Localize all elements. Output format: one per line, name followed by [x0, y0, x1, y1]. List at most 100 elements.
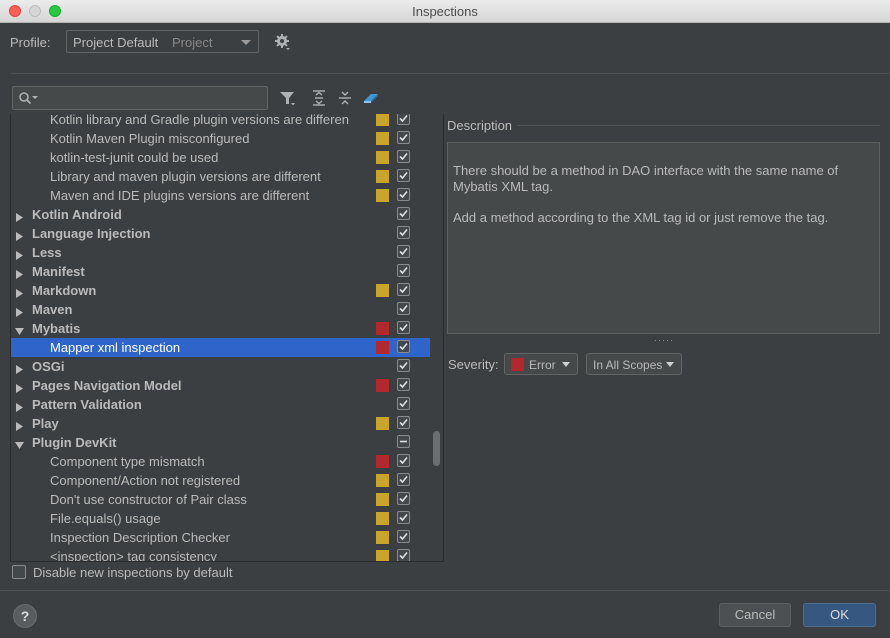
collapsed-arrow-icon[interactable] [15, 229, 24, 244]
tree-group-row[interactable]: Pattern Validation [10, 395, 430, 414]
expanded-arrow-icon[interactable] [15, 438, 24, 453]
enable-checkbox[interactable] [397, 492, 410, 505]
collapsed-arrow-icon[interactable] [15, 210, 24, 225]
tree-group-row[interactable]: Pages Navigation Model [10, 376, 430, 395]
search-icon [18, 91, 40, 108]
profile-label: Profile: [10, 35, 51, 50]
enable-checkbox[interactable] [397, 511, 410, 524]
collapsed-arrow-icon[interactable] [15, 286, 24, 301]
tree-row-label: Pattern Validation [32, 397, 142, 412]
help-button[interactable]: ? [13, 604, 37, 628]
enable-checkbox[interactable] [397, 549, 410, 562]
tree-group-row[interactable]: Manifest [10, 262, 430, 281]
collapsed-arrow-icon[interactable] [15, 362, 24, 377]
enable-checkbox[interactable] [397, 359, 410, 372]
enable-checkbox[interactable] [397, 340, 410, 353]
enable-checkbox[interactable] [397, 397, 410, 410]
collapsed-arrow-icon[interactable] [15, 381, 24, 396]
collapsed-arrow-icon[interactable] [15, 305, 24, 320]
profile-dropdown[interactable]: Project Default Project [66, 30, 259, 53]
severity-dropdown[interactable]: Error [504, 353, 578, 375]
enable-checkbox[interactable] [397, 150, 410, 163]
collapse-all-icon[interactable] [336, 89, 354, 107]
expand-all-icon[interactable] [310, 89, 328, 107]
enable-checkbox[interactable] [397, 416, 410, 429]
scope-dropdown[interactable]: In All Scopes [586, 353, 682, 375]
collapsed-arrow-icon[interactable] [15, 419, 24, 434]
chevron-down-icon [241, 40, 251, 45]
header-separator [10, 73, 890, 74]
warning-severity-swatch [376, 531, 389, 544]
disable-new-inspections-checkbox[interactable] [12, 565, 26, 579]
cancel-button[interactable]: Cancel [719, 603, 791, 627]
enable-checkbox[interactable] [397, 207, 410, 220]
tree-item-row[interactable]: <inspection> tag consistency [10, 547, 430, 562]
filter-icon[interactable] [279, 89, 297, 107]
tree-item-row[interactable]: kotlin-test-junit could be used [10, 148, 430, 167]
tree-item-row[interactable]: Library and maven plugin versions are di… [10, 167, 430, 186]
tree-item-row[interactable]: Maven and IDE plugins versions are diffe… [10, 186, 430, 205]
tree-group-row[interactable]: OSGi [10, 357, 430, 376]
gear-icon[interactable] [274, 33, 292, 51]
error-severity-swatch [376, 455, 389, 468]
warning-severity-swatch [376, 151, 389, 164]
tree-item-row[interactable]: Component type mismatch [10, 452, 430, 471]
enable-checkbox[interactable] [397, 188, 410, 201]
enable-checkbox[interactable] [397, 245, 410, 258]
enable-checkbox[interactable] [397, 169, 410, 182]
expanded-arrow-icon[interactable] [15, 324, 24, 339]
tree-scrollbar-thumb[interactable] [433, 431, 440, 466]
profile-scope: Project [172, 35, 213, 50]
disable-new-inspections-label: Disable new inspections by default [33, 565, 233, 580]
inspection-tree[interactable]: Kotlin library and Gradle plugin version… [10, 114, 430, 562]
enable-checkbox[interactable] [397, 530, 410, 543]
ok-button[interactable]: OK [803, 603, 876, 627]
tree-group-row[interactable]: Mybatis [10, 319, 430, 338]
tree-item-row[interactable]: Mapper xml inspection [10, 338, 430, 357]
tree-group-row[interactable]: Plugin DevKit [10, 433, 430, 452]
tree-group-row[interactable]: Markdown [10, 281, 430, 300]
enable-checkbox[interactable] [397, 114, 410, 125]
enable-checkbox[interactable] [397, 435, 410, 448]
search-input[interactable] [12, 86, 268, 110]
splitter-grip[interactable]: ····· [654, 335, 674, 345]
tree-item-row[interactable]: Component/Action not registered [10, 471, 430, 490]
collapsed-arrow-icon[interactable] [15, 248, 24, 263]
tree-group-row[interactable]: Play [10, 414, 430, 433]
warning-severity-swatch [376, 170, 389, 183]
tree-item-row[interactable]: Kotlin library and Gradle plugin version… [10, 114, 430, 129]
warning-severity-swatch [376, 189, 389, 202]
tree-group-row[interactable]: Less [10, 243, 430, 262]
enable-checkbox[interactable] [397, 473, 410, 486]
enable-checkbox[interactable] [397, 302, 410, 315]
enable-checkbox[interactable] [397, 226, 410, 239]
description-text-1: There should be a method in DAO interfac… [453, 163, 839, 194]
enable-checkbox[interactable] [397, 454, 410, 467]
tree-row-label: Pages Navigation Model [32, 378, 182, 393]
description-panel: There should be a method in DAO interfac… [447, 142, 880, 334]
tree-row-label: Mybatis [32, 321, 81, 336]
warning-severity-swatch [376, 512, 389, 525]
severity-value: Error [529, 358, 556, 372]
tree-item-row[interactable]: File.equals() usage [10, 509, 430, 528]
warning-severity-swatch [376, 493, 389, 506]
enable-checkbox[interactable] [397, 321, 410, 334]
footer-separator [0, 590, 890, 591]
enable-checkbox[interactable] [397, 283, 410, 296]
enable-checkbox[interactable] [397, 378, 410, 391]
tree-item-row[interactable]: Inspection Description Checker [10, 528, 430, 547]
tree-row-label: Language Injection [32, 226, 151, 241]
tree-group-row[interactable]: Language Injection [10, 224, 430, 243]
enable-checkbox[interactable] [397, 264, 410, 277]
eraser-icon[interactable] [362, 89, 380, 107]
enable-checkbox[interactable] [397, 131, 410, 144]
collapsed-arrow-icon[interactable] [15, 267, 24, 282]
tree-group-row[interactable]: Maven [10, 300, 430, 319]
tree-row-label: Component type mismatch [50, 454, 205, 469]
warning-severity-swatch [376, 474, 389, 487]
tree-group-row[interactable]: Kotlin Android [10, 205, 430, 224]
collapsed-arrow-icon[interactable] [15, 400, 24, 415]
warning-severity-swatch [376, 114, 389, 126]
tree-item-row[interactable]: Kotlin Maven Plugin misconfigured [10, 129, 430, 148]
tree-item-row[interactable]: Don't use constructor of Pair class [10, 490, 430, 509]
